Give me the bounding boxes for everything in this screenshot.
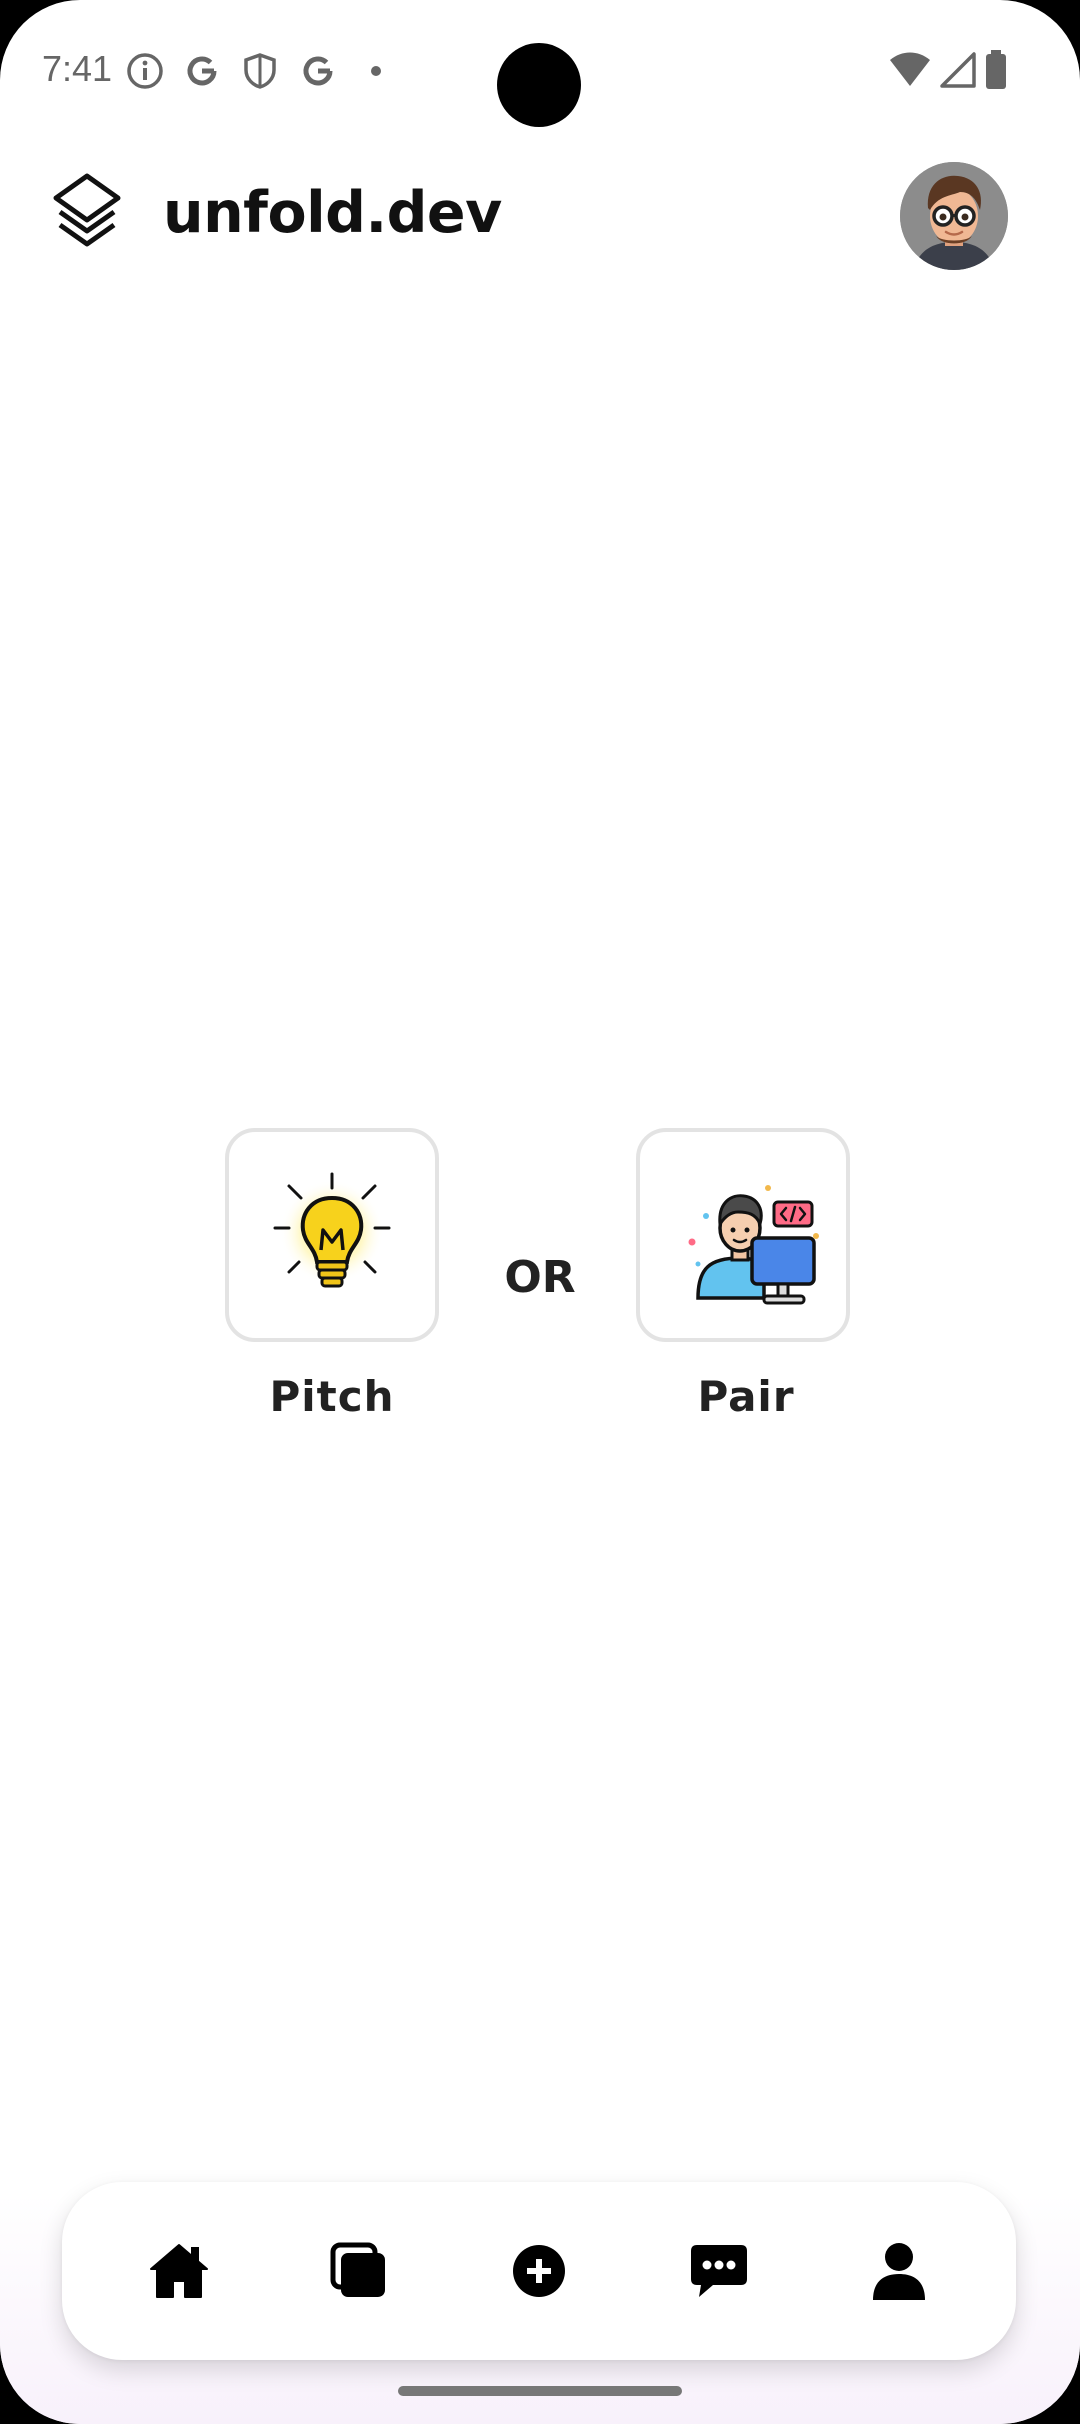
cellular-signal-icon bbox=[940, 52, 976, 88]
dot-icon bbox=[371, 66, 381, 76]
pair-card[interactable] bbox=[636, 1128, 850, 1342]
status-bar: 7:41 bbox=[0, 0, 1080, 140]
status-time: 7:41 bbox=[42, 48, 113, 89]
developer-at-computer-icon bbox=[688, 1185, 819, 1305]
lightbulb-icon bbox=[273, 1172, 391, 1288]
home-icon bbox=[150, 2244, 208, 2298]
battery-icon bbox=[986, 50, 1006, 89]
nav-add[interactable] bbox=[494, 2226, 584, 2316]
chat-icon bbox=[691, 2245, 747, 2297]
nav-home[interactable] bbox=[134, 2226, 224, 2316]
pitch-label[interactable]: Pitch bbox=[222, 1372, 442, 1421]
add-circle-icon bbox=[513, 2245, 565, 2297]
wifi-icon bbox=[890, 52, 930, 86]
app-screen: 7:41 unfold.dev Pitch OR Pair bbox=[0, 0, 1080, 2424]
front-camera bbox=[497, 43, 581, 127]
info-icon bbox=[127, 53, 163, 89]
avatar-illustration bbox=[900, 162, 1008, 270]
layers-icon[interactable] bbox=[50, 170, 124, 252]
google-icon bbox=[187, 56, 217, 86]
google-icon bbox=[303, 56, 333, 86]
app-title: unfold.dev bbox=[163, 180, 502, 246]
nav-cards[interactable] bbox=[314, 2226, 404, 2316]
shield-icon bbox=[244, 53, 276, 89]
profile-icon bbox=[873, 2243, 925, 2300]
cards-icon bbox=[330, 2242, 385, 2297]
bottom-nav bbox=[62, 2182, 1016, 2360]
nav-chat[interactable] bbox=[674, 2226, 764, 2316]
or-separator: OR bbox=[504, 1252, 576, 1303]
nav-profile[interactable] bbox=[854, 2226, 944, 2316]
pitch-card[interactable] bbox=[225, 1128, 439, 1342]
user-avatar[interactable] bbox=[900, 162, 1008, 270]
pair-label[interactable]: Pair bbox=[636, 1372, 856, 1421]
gesture-navigation-bar[interactable] bbox=[398, 2386, 682, 2396]
